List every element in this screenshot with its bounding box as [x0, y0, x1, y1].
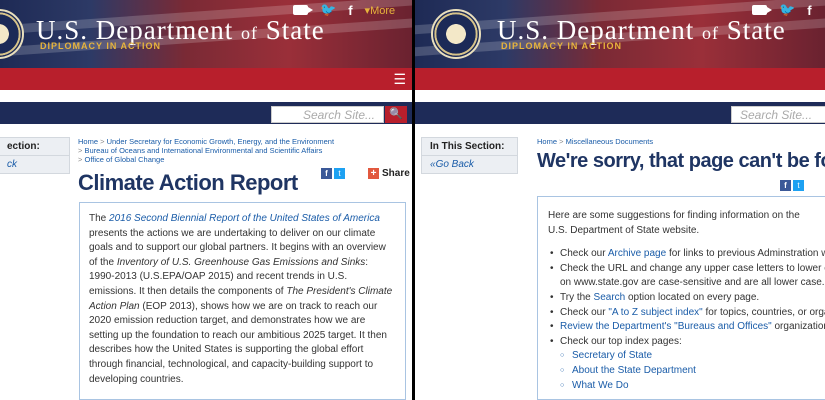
sidebar-heading: ection:: [0, 138, 69, 156]
left-screenshot-panel: U.S. Department of State DIPLOMACY IN AC…: [0, 0, 412, 400]
twitter-share-icon[interactable]: t: [793, 180, 804, 191]
breadcrumb-office[interactable]: Office of Global Change: [84, 155, 164, 164]
suggestions-intro: Here are some suggestions for finding in…: [548, 210, 800, 236]
twitter-icon[interactable]: 🐦: [779, 2, 795, 18]
secretary-of-state-link[interactable]: Secretary of State: [560, 349, 825, 364]
breadcrumb-home[interactable]: Home: [78, 137, 98, 146]
what-we-do-link[interactable]: What We Do: [560, 379, 825, 394]
search-icon: 🔍: [389, 108, 403, 120]
plus-icon: +: [368, 168, 379, 179]
sidebar-heading: In This Section:: [422, 138, 517, 156]
content-box: Here are some suggestions for finding in…: [537, 196, 825, 400]
breadcrumb-under-secretary[interactable]: Under Secretary for Economic Growth, Ene…: [107, 137, 334, 146]
breadcrumb-misc-documents[interactable]: Miscellaneous Documents: [566, 137, 654, 146]
main-nav-bar: [415, 68, 825, 90]
breadcrumb-home[interactable]: Home: [537, 137, 557, 146]
list-item: Try the Search option located on every p…: [548, 291, 825, 306]
report-link[interactable]: 2016 Second Biennial Report of the Unite…: [109, 213, 380, 224]
site-header: U.S. Department of State DIPLOMACY IN AC…: [415, 0, 825, 68]
facebook-share-icon[interactable]: f: [780, 180, 791, 191]
social-share-icons: f t: [780, 180, 804, 191]
list-item: Review the Department's "Bureaus and Off…: [548, 320, 825, 335]
social-share-icons: f t: [321, 168, 345, 179]
a-to-z-index-link[interactable]: "A to Z subject index": [608, 307, 702, 318]
go-back-link[interactable]: «Go Back: [422, 156, 517, 173]
right-screenshot-panel: U.S. Department of State DIPLOMACY IN AC…: [415, 0, 825, 400]
main-nav-bar: ☰: [0, 68, 412, 90]
twitter-icon[interactable]: 🐦: [320, 2, 336, 18]
archive-page-link[interactable]: Archive page: [608, 248, 666, 259]
page-title: We're sorry, that page can't be found.: [537, 150, 825, 172]
search-bar-area: Search Site... 🔍: [0, 90, 412, 128]
twitter-share-icon[interactable]: t: [334, 168, 345, 179]
breadcrumb: Home > Miscellaneous Documents: [537, 137, 654, 146]
video-icon[interactable]: [752, 5, 772, 15]
search-button[interactable]: 🔍: [385, 106, 407, 123]
go-back-link[interactable]: ck: [0, 156, 69, 173]
list-item: Check our top index pages: Secretary of …: [548, 335, 825, 393]
hamburger-menu-icon[interactable]: ☰: [393, 71, 406, 88]
suggestions-list: Check our Archive page for links to prev…: [548, 247, 825, 393]
share-button[interactable]: + Share: [368, 168, 410, 179]
page-title: Climate Action Report: [78, 170, 298, 195]
about-department-link[interactable]: About the State Department: [560, 364, 825, 379]
report-description: The 2016 Second Biennial Report of the U…: [89, 213, 393, 385]
section-sidebar: ection: ck: [0, 137, 70, 174]
content-box: The 2016 Second Biennial Report of the U…: [79, 202, 406, 400]
list-item: Check the URL and change any upper case …: [548, 262, 825, 291]
bureaus-offices-link[interactable]: Review the Department's "Bureaus and Off…: [560, 321, 772, 332]
list-item: Check our "A to Z subject index" for top…: [548, 306, 825, 321]
site-header: U.S. Department of State DIPLOMACY IN AC…: [0, 0, 412, 68]
search-input[interactable]: Search Site...: [731, 106, 825, 123]
top-index-pages-list: Secretary of State About the State Depar…: [560, 349, 825, 393]
facebook-icon[interactable]: f: [348, 3, 352, 18]
breadcrumb-bureau[interactable]: Bureau of Oceans and International Envir…: [84, 146, 322, 155]
social-links: 🐦 f ▾More: [293, 2, 395, 18]
more-menu[interactable]: ▾More: [365, 4, 396, 17]
breadcrumb: Home > Under Secretary for Economic Grow…: [78, 137, 335, 164]
state-department-seal-icon[interactable]: [431, 9, 481, 59]
section-sidebar: In This Section: «Go Back: [421, 137, 518, 174]
list-item: Check our Archive page for links to prev…: [548, 247, 825, 262]
social-links: 🐦 f: [752, 2, 812, 18]
search-bar-area: Search Site...: [415, 90, 825, 128]
site-subtitle: DIPLOMACY IN ACTION: [501, 41, 623, 51]
site-subtitle: DIPLOMACY IN ACTION: [40, 41, 162, 51]
search-link[interactable]: Search: [594, 292, 626, 303]
video-icon[interactable]: [293, 5, 313, 15]
facebook-icon[interactable]: f: [807, 3, 811, 18]
search-input[interactable]: Search Site...: [271, 106, 384, 123]
facebook-share-icon[interactable]: f: [321, 168, 332, 179]
